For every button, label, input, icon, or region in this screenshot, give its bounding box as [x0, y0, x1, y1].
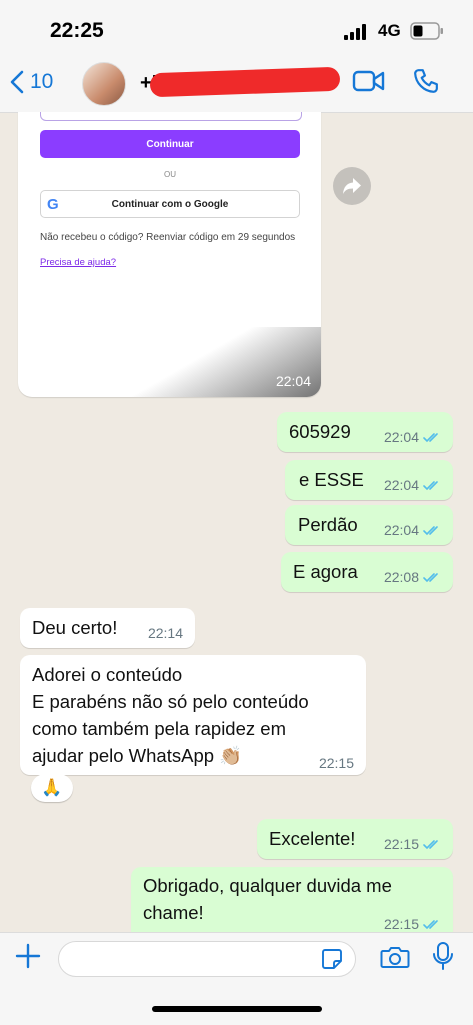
message-bubble[interactable]: Obrigado, qualquer duvida me chame! 22:1… [131, 867, 453, 934]
google-button-label: Continuar com o Google [111, 198, 229, 210]
read-receipt-icon [423, 481, 438, 491]
message-meta: 22:15 [384, 911, 441, 934]
message-bubble[interactable]: Perdão 22:04 [285, 505, 453, 545]
chat-header: 10 +5 [0, 62, 473, 113]
message-text: Obrigado, qualquer duvida me chame! [143, 872, 392, 926]
plus-icon [15, 943, 41, 969]
read-receipt-icon [423, 433, 438, 443]
read-receipt-icon [423, 840, 438, 850]
read-receipt-icon [423, 920, 438, 930]
image-message[interactable]: Continuar OU G Continuar com o Google Nã… [18, 112, 321, 397]
message-time: 22:04 [383, 429, 419, 445]
status-time: 22:25 [50, 19, 104, 42]
message-line: Adorei o conteúdo [32, 664, 183, 685]
message-text: Adorei o conteúdo E parabéns não só pelo… [32, 661, 309, 769]
microphone-icon[interactable] [432, 941, 454, 971]
divider-text: OU [164, 170, 176, 179]
message-line: E parabéns não só pelo conteúdo [32, 691, 309, 712]
signal-icon [344, 24, 366, 40]
message-line: Obrigado, qualquer duvida me [143, 875, 392, 896]
message-meta: 22:04 [384, 472, 441, 499]
attach-plus-icon[interactable] [14, 942, 42, 975]
image-timestamp: 22:04 [275, 373, 311, 389]
video-call-icon[interactable] [352, 68, 386, 94]
message-input-wrapper[interactable] [58, 941, 356, 977]
message-time: 22:04 [383, 522, 419, 538]
redaction-mark [149, 66, 341, 98]
message-bubble[interactable]: e ESSE 22:04 [285, 460, 453, 500]
status-bar: 22:25 4G [0, 0, 473, 62]
forward-icon [343, 178, 361, 194]
message-bubble[interactable]: Deu certo! 22:14 [20, 608, 195, 648]
continue-button: Continuar [40, 130, 300, 158]
sticker-icon[interactable] [321, 948, 343, 970]
forward-button[interactable] [333, 167, 371, 205]
message-text: 605929 [289, 421, 351, 442]
google-button: G Continuar com o Google [40, 190, 300, 218]
message-line: ajudar pelo WhatsApp 👏🏼 [32, 745, 243, 766]
message-text: e ESSE [299, 469, 364, 490]
chat-area[interactable]: Continuar OU G Continuar com o Google Nã… [0, 112, 473, 934]
message-meta: 22:04 [384, 517, 441, 544]
message-time: 22:15 [318, 755, 354, 771]
composer-bar [0, 932, 473, 1025]
network-type: 4G [378, 21, 401, 40]
code-input-edge [40, 112, 302, 121]
message-time: 22:15 [383, 836, 419, 852]
read-receipt-icon [423, 526, 438, 536]
message-bubble[interactable]: Adorei o conteúdo E parabéns não só pelo… [20, 655, 366, 775]
message-bubble[interactable]: Excelente! 22:15 [257, 819, 453, 859]
message-bubble[interactable]: E agora 22:08 [281, 552, 453, 592]
avatar[interactable] [82, 62, 126, 106]
message-time: 22:04 [383, 477, 419, 493]
home-indicator [152, 1006, 322, 1012]
message-meta: 22:15 [384, 831, 441, 858]
message-text: Perdão [298, 514, 358, 535]
read-receipt-icon [423, 573, 438, 583]
message-line: como também pela rapidez em [32, 718, 286, 739]
message-meta: 22:04 [384, 424, 441, 451]
chevron-left-icon [10, 70, 24, 94]
message-time: 22:08 [383, 569, 419, 585]
message-text: Excelente! [269, 828, 356, 849]
message-input[interactable] [71, 942, 315, 974]
google-icon: G [47, 196, 59, 213]
resend-code-text: Não recebeu o código? Reenviar código em… [40, 232, 296, 243]
message-meta: 22:08 [384, 564, 441, 591]
message-time: 22:14 [147, 625, 183, 641]
help-link: Precisa de ajuda? [40, 257, 117, 268]
back-button[interactable]: 10 [10, 70, 53, 94]
phone-call-icon[interactable] [413, 68, 439, 94]
camera-icon[interactable] [380, 945, 410, 969]
message-text: Deu certo! [32, 617, 118, 638]
message-time: 22:15 [383, 916, 419, 932]
message-text: E agora [293, 561, 358, 582]
unread-count: 10 [30, 70, 54, 93]
message-line: chame! [143, 902, 204, 923]
battery-icon [410, 22, 443, 40]
message-bubble[interactable]: 605929 22:04 [277, 412, 453, 452]
reaction-badge[interactable]: 🙏 [31, 774, 73, 802]
